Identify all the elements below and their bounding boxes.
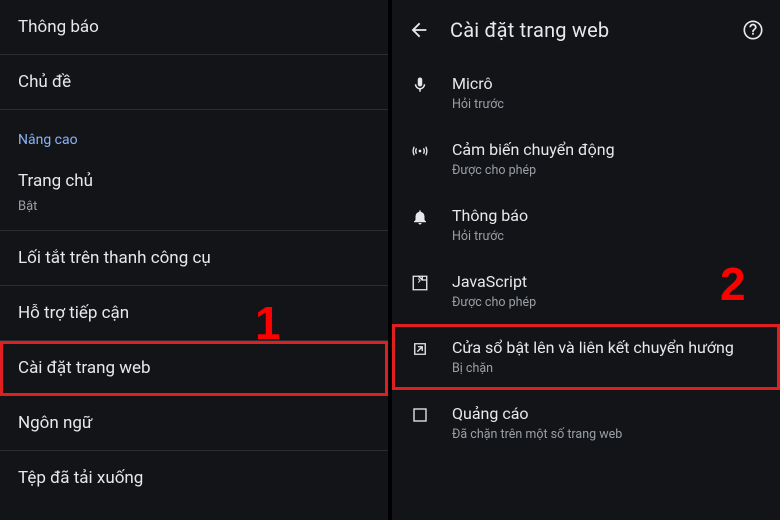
bell-icon xyxy=(406,208,434,226)
row-label: Chủ đề xyxy=(18,72,71,92)
topbar: Cài đặt trang web xyxy=(392,0,780,60)
settings-panel-left: Thông báo Chủ đề Nâng cao Trang chủ Bật … xyxy=(0,0,388,520)
item-status: Đã chặn trên một số trang web xyxy=(452,427,622,442)
javascript-icon xyxy=(406,274,434,292)
item-label: Cửa sổ bật lên và liên kết chuyển hướng xyxy=(452,338,734,358)
row-notifications[interactable]: Thông báo xyxy=(0,0,388,55)
arrow-left-icon xyxy=(408,19,430,41)
site-row-mic[interactable]: Micrô Hỏi trước xyxy=(392,60,780,126)
site-row-ads[interactable]: Quảng cáo Đã chặn trên một số trang web xyxy=(392,390,780,456)
callout-2: 2 xyxy=(720,257,746,311)
item-label: JavaScript xyxy=(452,272,536,292)
row-accessibility[interactable]: Hỗ trợ tiếp cận xyxy=(0,286,388,341)
site-row-motion[interactable]: Cảm biến chuyển động Được cho phép xyxy=(392,126,780,192)
row-toolbar-shortcut[interactable]: Lối tắt trên thanh công cụ xyxy=(0,231,388,286)
row-theme[interactable]: Chủ đề xyxy=(0,55,388,110)
help-icon xyxy=(742,19,764,41)
row-language[interactable]: Ngôn ngữ xyxy=(0,396,388,451)
page-title: Cài đặt trang web xyxy=(450,18,740,42)
item-status: Được cho phép xyxy=(452,163,615,178)
popup-icon xyxy=(406,340,434,358)
row-site-settings[interactable]: Cài đặt trang web xyxy=(0,341,388,396)
row-label: Hỗ trợ tiếp cận xyxy=(18,303,129,323)
row-label: Cài đặt trang web xyxy=(18,358,151,378)
row-homepage[interactable]: Trang chủ Bật xyxy=(0,158,388,231)
site-row-notifications[interactable]: Thông báo Hỏi trước xyxy=(392,192,780,258)
back-button[interactable] xyxy=(406,17,432,43)
section-advanced-header: Nâng cao xyxy=(0,110,388,158)
row-downloads[interactable]: Tệp đã tải xuống xyxy=(0,451,388,505)
help-button[interactable] xyxy=(740,17,766,43)
motion-sensor-icon xyxy=(406,142,434,160)
item-status: Được cho phép xyxy=(452,295,536,310)
row-label: Tệp đã tải xuống xyxy=(18,468,143,488)
item-label: Quảng cáo xyxy=(452,404,622,424)
item-label: Cảm biến chuyển động xyxy=(452,140,615,160)
row-label: Ngôn ngữ xyxy=(18,413,92,433)
row-label: Trang chủ xyxy=(18,171,93,191)
item-status: Hỏi trước xyxy=(452,97,504,112)
row-status: Bật xyxy=(18,196,370,218)
item-label: Thông báo xyxy=(452,206,528,226)
item-label: Micrô xyxy=(452,74,504,94)
ads-icon xyxy=(406,406,434,424)
site-row-popups[interactable]: Cửa sổ bật lên và liên kết chuyển hướng … xyxy=(392,324,780,390)
row-label: Lối tắt trên thanh công cụ xyxy=(18,248,211,268)
callout-1: 1 xyxy=(255,296,281,350)
item-status: Bị chặn xyxy=(452,361,734,376)
row-label: Thông báo xyxy=(18,17,99,37)
section-label: Nâng cao xyxy=(18,132,78,148)
item-status: Hỏi trước xyxy=(452,229,528,244)
mic-icon xyxy=(406,76,434,94)
